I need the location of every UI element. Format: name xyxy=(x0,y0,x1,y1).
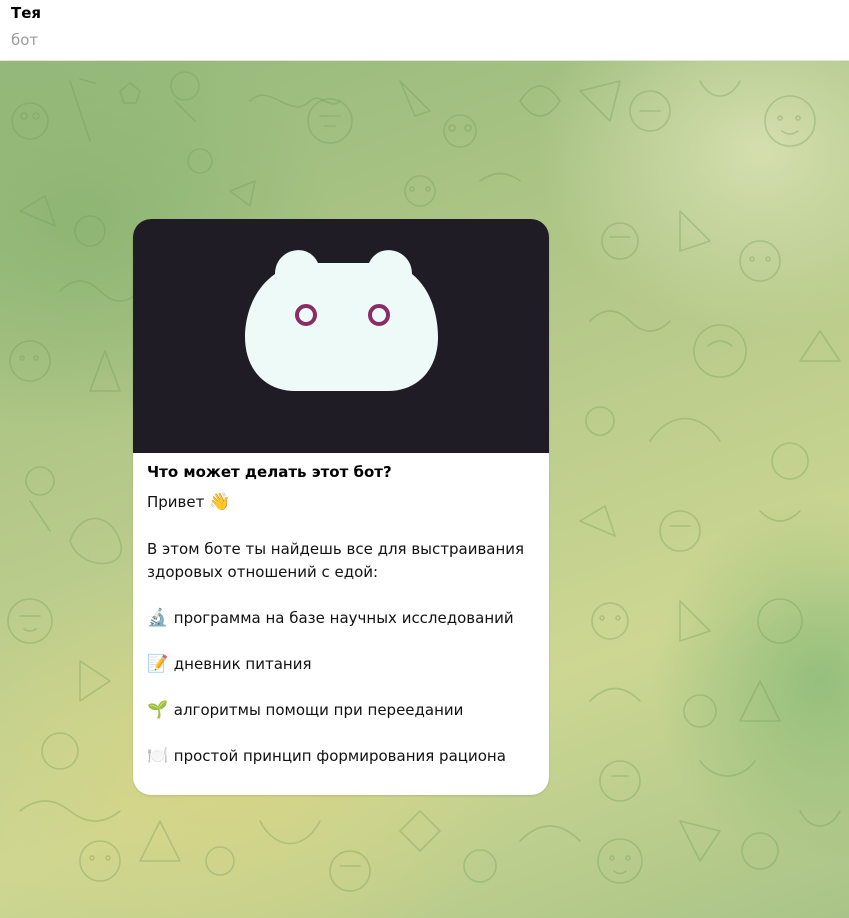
bot-mascot-image xyxy=(245,250,438,391)
memo-icon: 📝 xyxy=(147,654,169,674)
chat-background: Что может делать этот бот? Привет 👋 В эт… xyxy=(0,61,849,918)
feature-text: программа на базе научных исследований xyxy=(173,609,514,627)
mascot-eye-left xyxy=(295,304,317,326)
feature-item: 🌱 алгоритмы помощи при переедании xyxy=(147,699,542,722)
chat-subtitle: бот xyxy=(11,31,39,49)
feature-text: простой принцип формирования рациона xyxy=(173,747,506,765)
plate-icon: 🍽️ xyxy=(147,746,169,766)
chat-title[interactable]: Тея xyxy=(11,4,41,22)
waving-hand-icon: 👋 xyxy=(209,492,231,512)
card-heading: Что может делать этот бот? xyxy=(147,463,392,481)
feature-item: 📝 дневник питания xyxy=(147,653,542,676)
mascot-eye-right xyxy=(368,304,390,326)
greeting-line: Привет 👋 xyxy=(147,491,542,514)
microscope-icon: 🔬 xyxy=(147,608,169,628)
feature-item: 🔬 программа на базе научных исследований xyxy=(147,607,542,630)
chat-header[interactable]: Тея бот xyxy=(0,0,849,61)
feature-item: 🍽️ простой принцип формирования рациона xyxy=(147,745,542,768)
bot-info-card: Что может делать этот бот? Привет 👋 В эт… xyxy=(133,219,549,795)
intro-line-1: В этом боте ты найдешь все для выстраива… xyxy=(147,540,525,558)
feature-text: дневник питания xyxy=(173,655,312,673)
bot-banner xyxy=(133,219,549,453)
seedling-icon: 🌱 xyxy=(147,700,169,720)
intro-line-2: здоровых отношений с едой: xyxy=(147,563,379,581)
greeting-text: Привет xyxy=(147,493,205,511)
feature-text: алгоритмы помощи при переедании xyxy=(173,701,464,719)
mascot-body xyxy=(245,250,438,391)
